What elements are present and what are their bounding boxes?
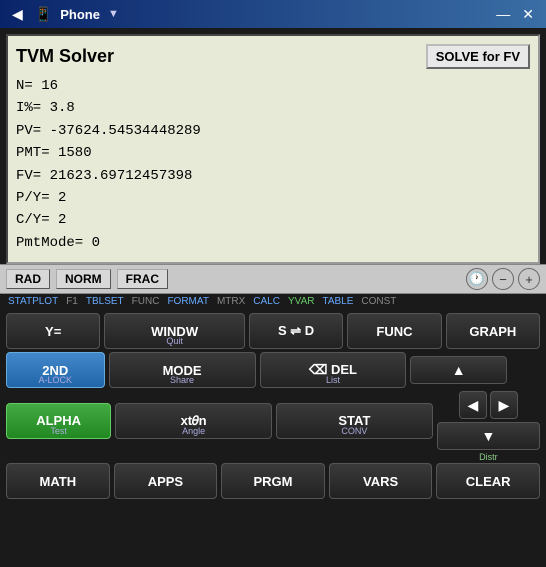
key-s-d[interactable]: S ⇌ D <box>249 313 343 349</box>
key-apps[interactable]: APPS <box>114 463 218 499</box>
minus-icon-button[interactable]: − <box>492 268 514 290</box>
phone-icon: 📱 <box>35 6 52 23</box>
key-del[interactable]: ⌫ DEL List <box>260 352 407 388</box>
key-graph-label: GRAPH <box>469 324 516 339</box>
menu-calc[interactable]: CALC <box>249 295 284 308</box>
key-2nd-sub: A-LOCK <box>39 375 73 385</box>
calculator-body: TVM Solver SOLVE for FV N= 16 I%= 3.8 PV… <box>0 28 546 567</box>
key-xthn[interactable]: xt𝜃n Angle <box>115 403 272 439</box>
key-up-arrow[interactable]: ▲ <box>410 356 507 384</box>
key-2nd[interactable]: 2ND A-LOCK <box>6 352 105 388</box>
menu-row: STATPLOT F1 TBLSET FUNC FORMAT MTRX CALC… <box>0 294 546 309</box>
window-title: Phone <box>60 7 100 22</box>
key-prgm[interactable]: PRGM <box>221 463 325 499</box>
rad-button[interactable]: RAD <box>6 269 50 289</box>
title-bar-controls: — ✕ <box>492 7 538 21</box>
key-window-sub: Quit <box>166 336 183 346</box>
key-xthn-sub: Angle <box>182 426 205 436</box>
display-line-5: P/Y= 2 <box>16 187 530 209</box>
key-clear-label: CLEAR <box>466 474 511 489</box>
key-alpha[interactable]: ALPHA Test <box>6 403 111 439</box>
key-window[interactable]: WINDW Quit <box>104 313 245 349</box>
key-graph[interactable]: GRAPH <box>446 313 540 349</box>
display-line-1: I%= 3.8 <box>16 97 530 119</box>
key-func[interactable]: FUNC <box>347 313 441 349</box>
key-row-2: 2ND A-LOCK MODE Share ⌫ DEL List ▲ <box>6 352 540 388</box>
display-area: TVM Solver SOLVE for FV N= 16 I%= 3.8 PV… <box>6 34 540 264</box>
clock-icon-button[interactable]: 🕐 <box>466 268 488 290</box>
display-line-7: PmtMode= 0 <box>16 232 530 254</box>
key-func-label: FUNC <box>376 324 412 339</box>
menu-mtrx[interactable]: MTRX <box>213 295 249 308</box>
distr-label: Distr <box>479 452 498 462</box>
plus-icon-button[interactable]: + <box>518 268 540 290</box>
display-line-2: PV= -37624.54534448289 <box>16 120 530 142</box>
key-down-arrow[interactable]: ▼ <box>437 422 540 450</box>
key-y-equals[interactable]: Y= <box>6 313 100 349</box>
norm-button[interactable]: NORM <box>56 269 111 289</box>
menu-tblset[interactable]: TBLSET <box>82 295 128 308</box>
menu-const[interactable]: CONST <box>357 295 400 308</box>
key-alpha-sub: Test <box>50 426 67 436</box>
display-line-0: N= 16 <box>16 75 530 97</box>
key-clear[interactable]: CLEAR <box>436 463 540 499</box>
key-row-3: ALPHA Test xt𝜃n Angle STAT CONV ◀ ▶ <box>6 391 540 450</box>
title-bar-left: ◀ 📱 Phone ▼ <box>8 6 119 23</box>
menu-f1[interactable]: F1 <box>62 295 82 308</box>
frac-button[interactable]: FRAC <box>117 269 168 289</box>
window: ◀ 📱 Phone ▼ — ✕ TVM Solver SOLVE for FV … <box>0 0 546 567</box>
key-apps-label: APPS <box>148 474 183 489</box>
toolbar-icons: 🕐 − + <box>466 268 540 290</box>
menu-func[interactable]: FUNC <box>128 295 164 308</box>
minimize-button[interactable]: — <box>492 7 514 21</box>
key-s-d-label: S ⇌ D <box>278 323 314 339</box>
menu-statplot[interactable]: STATPLOT <box>4 295 62 308</box>
toolbar-row: RAD NORM FRAC 🕐 − + <box>0 264 546 294</box>
display-line-3: PMT= 1580 <box>16 142 530 164</box>
key-mode-sub: Share <box>170 375 194 385</box>
key-math[interactable]: MATH <box>6 463 110 499</box>
key-math-label: MATH <box>40 474 77 489</box>
menu-yvar[interactable]: YVAR <box>284 295 319 308</box>
key-mode[interactable]: MODE Share <box>109 352 256 388</box>
tvm-title: TVM Solver <box>16 46 114 67</box>
key-left-arrow[interactable]: ◀ <box>459 391 487 419</box>
key-y-equals-label: Y= <box>45 324 61 339</box>
key-stat-sub: CONV <box>341 426 367 436</box>
key-right-arrow[interactable]: ▶ <box>490 391 518 419</box>
key-prgm-label: PRGM <box>253 474 292 489</box>
key-vars-label: VARS <box>363 474 398 489</box>
menu-format[interactable]: FORMAT <box>163 295 212 308</box>
back-button[interactable]: ◀ <box>8 7 27 21</box>
title-bar: ◀ 📱 Phone ▼ — ✕ <box>0 0 546 28</box>
key-row-1: Y= WINDW Quit S ⇌ D FUNC GRAPH <box>6 313 540 349</box>
key-row-4: MATH APPS PRGM VARS CLEAR <box>6 463 540 499</box>
key-vars[interactable]: VARS <box>329 463 433 499</box>
close-button[interactable]: ✕ <box>518 7 538 21</box>
display-line-4: FV= 21623.69712457398 <box>16 165 530 187</box>
display-line-6: C/Y= 2 <box>16 209 530 231</box>
key-del-sub: List <box>326 375 340 385</box>
menu-table[interactable]: TABLE <box>318 295 357 308</box>
key-stat[interactable]: STAT CONV <box>276 403 433 439</box>
dropdown-icon[interactable]: ▼ <box>108 8 119 20</box>
keypad: Y= WINDW Quit S ⇌ D FUNC GRAPH <box>0 309 546 567</box>
solve-button[interactable]: SOLVE for FV <box>426 44 530 69</box>
display-title-row: TVM Solver SOLVE for FV <box>16 44 530 69</box>
